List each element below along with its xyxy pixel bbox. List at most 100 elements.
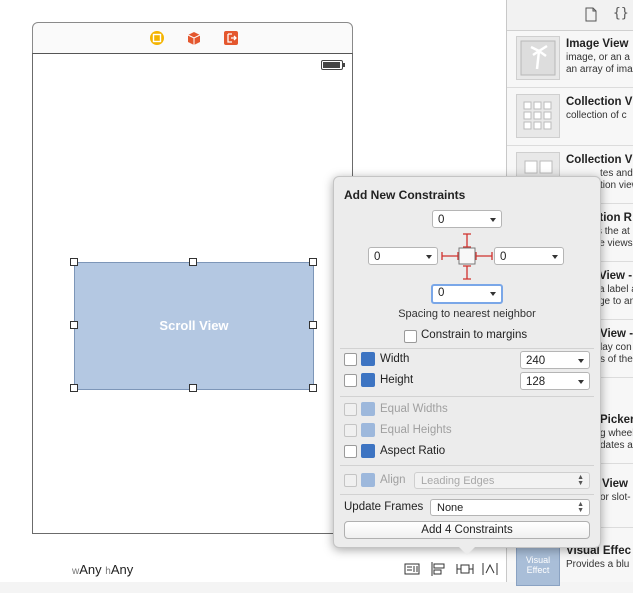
constrain-margins-checkbox[interactable] — [404, 330, 417, 343]
braces-icon[interactable]: {} — [613, 6, 629, 21]
aspect-ratio-label: Aspect Ratio — [380, 445, 446, 457]
root-view[interactable]: Scroll View — [32, 53, 353, 534]
bottom-spacing-value: 0 — [438, 287, 445, 299]
width-class-value: Any — [79, 562, 102, 577]
scene-dock — [32, 22, 353, 54]
height-label: Height — [380, 374, 414, 386]
library-item-title: View — [602, 478, 628, 490]
chevron-down-icon[interactable] — [490, 218, 496, 222]
align-checkbox[interactable] — [344, 474, 357, 487]
resize-handle[interactable] — [309, 321, 317, 329]
equal-heights-checkbox[interactable] — [344, 424, 357, 437]
exit-icon[interactable] — [223, 30, 239, 46]
popover-arrow — [459, 547, 475, 555]
width-checkbox[interactable] — [344, 353, 357, 366]
library-item[interactable]: Image View image, or an a an array of ima — [507, 30, 633, 88]
height-value: 128 — [526, 376, 546, 388]
equal-heights-label: Equal Heights — [380, 424, 452, 436]
update-frames-label: Update Frames — [344, 501, 424, 513]
leading-strut — [441, 252, 459, 260]
library-item-title: Image View — [566, 38, 629, 50]
chevron-down-icon[interactable] — [490, 292, 496, 296]
resize-handle[interactable] — [189, 258, 197, 266]
height-class-value: Any — [110, 562, 134, 577]
width-constraint-icon — [361, 352, 375, 366]
up-down-arrows-icon: ▲ ▼ — [577, 501, 584, 514]
library-item-desc: Provides a blu — [566, 559, 630, 570]
height-value-field[interactable]: 128 — [520, 372, 590, 390]
align-label: Align — [380, 474, 406, 486]
constraint-struts-icon[interactable] — [439, 231, 495, 283]
library-item-title: Collection Vi — [566, 96, 633, 108]
library-item-desc: s the at le views — [597, 226, 633, 249]
divider — [340, 348, 594, 349]
chevron-down-icon[interactable] — [552, 255, 558, 259]
file-icon[interactable] — [585, 7, 597, 27]
add-constraints-button[interactable]: Add 4 Constraints — [344, 521, 590, 539]
resize-handle[interactable] — [309, 258, 317, 266]
library-item-desc: g wheel dates a — [600, 428, 633, 451]
popover-title: Add New Constraints — [344, 188, 466, 202]
resize-handle[interactable] — [189, 384, 197, 392]
chevron-down-icon[interactable] — [426, 255, 432, 259]
pin-icon[interactable] — [456, 561, 474, 577]
height-checkbox[interactable] — [344, 374, 357, 387]
top-strut — [463, 233, 471, 248]
chevron-down-icon[interactable] — [578, 359, 584, 363]
divider — [340, 396, 594, 397]
library-item-desc: or slot- — [600, 492, 631, 503]
trailing-spacing-field[interactable]: 0 — [494, 247, 564, 265]
view-controller-scene[interactable]: Scroll View — [32, 22, 353, 534]
resize-handle[interactable] — [70, 384, 78, 392]
width-value-field[interactable]: 240 — [520, 351, 590, 369]
library-item[interactable]: Collection Vi collection of c — [507, 88, 633, 146]
update-frames-select[interactable]: None ▲ ▼ — [430, 499, 590, 516]
bottom-strut — [463, 265, 471, 280]
spacing-label: Spacing to nearest neighbor — [398, 308, 536, 320]
equal-widths-label: Equal Widths — [380, 403, 448, 415]
resize-handle[interactable] — [70, 258, 78, 266]
collection-view-icon — [516, 94, 560, 138]
add-constraints-popover: Add New Constraints 0 0 0 0 Spacing to n… — [333, 176, 601, 555]
up-down-arrows-icon: ▲ ▼ — [577, 474, 584, 487]
divider — [340, 465, 594, 466]
first-responder-icon[interactable] — [186, 30, 202, 46]
constrain-margins-label: Constrain to margins — [421, 329, 528, 341]
equal-heights-icon — [361, 423, 375, 437]
library-item-title: Picker — [600, 414, 633, 426]
library-item-desc: image, or an a an array of ima — [566, 52, 633, 75]
library-item-title: View - — [600, 328, 633, 340]
stack-icon[interactable] — [404, 561, 420, 577]
scroll-view-label: Scroll View — [159, 318, 229, 333]
library-header: {} — [507, 0, 633, 31]
battery-icon — [321, 60, 345, 70]
resize-handle[interactable] — [309, 384, 317, 392]
size-class-control[interactable]: wAny hAny — [72, 562, 133, 577]
align-value: Leading Edges — [421, 475, 495, 487]
visual-effect-view-icon: Visual Effect — [516, 542, 560, 586]
bottom-spacing-field[interactable]: 0 — [431, 284, 503, 304]
view-controller-icon[interactable] — [149, 30, 165, 46]
library-item-desc: lay con s of the — [600, 342, 633, 365]
width-label: Width — [380, 353, 410, 365]
align-select[interactable]: Leading Edges ▲ ▼ — [414, 472, 590, 489]
top-spacing-field[interactable]: 0 — [432, 210, 502, 228]
image-view-icon — [516, 36, 560, 80]
chevron-down-icon[interactable] — [578, 380, 584, 384]
library-item-desc: a label ange to an — [599, 284, 633, 307]
equal-widths-checkbox[interactable] — [344, 403, 357, 416]
aspect-ratio-icon — [361, 444, 375, 458]
trailing-strut — [475, 252, 493, 260]
leading-spacing-field[interactable]: 0 — [368, 247, 438, 265]
divider — [340, 494, 594, 495]
aspect-ratio-checkbox[interactable] — [344, 445, 357, 458]
align-icon[interactable] — [430, 561, 446, 577]
library-item-title: Collection V — [566, 154, 633, 166]
resize-handle[interactable] — [70, 321, 78, 329]
top-spacing-value: 0 — [438, 214, 445, 226]
equal-widths-icon — [361, 402, 375, 416]
scroll-view[interactable]: Scroll View — [74, 262, 314, 390]
leading-spacing-value: 0 — [374, 251, 381, 263]
resolve-icon[interactable] — [482, 561, 498, 577]
trailing-spacing-value: 0 — [500, 251, 507, 263]
